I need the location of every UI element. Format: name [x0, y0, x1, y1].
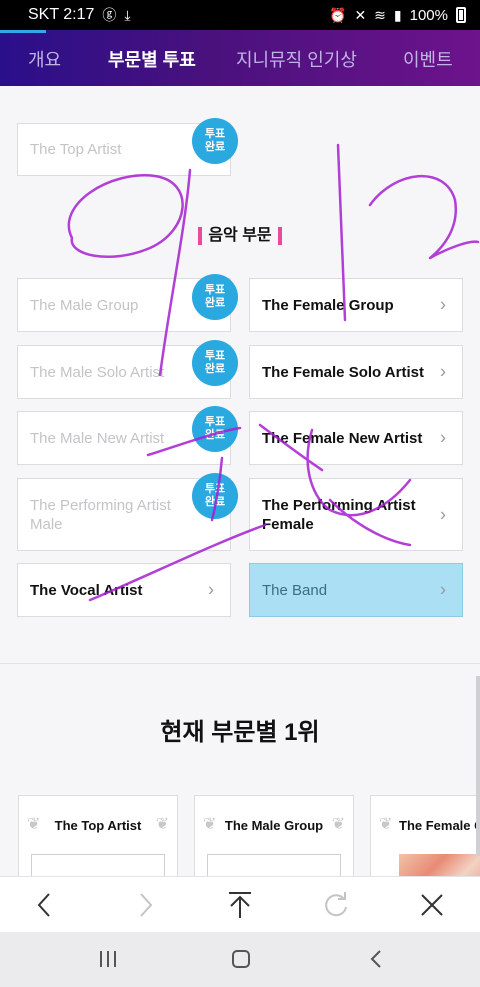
tab-event[interactable]: 이벤트: [403, 46, 453, 72]
battery-percent: 100%: [409, 6, 448, 24]
section-bar-right: [277, 226, 282, 245]
home-icon[interactable]: [221, 944, 261, 974]
rank-card-label: The Top Artist: [54, 818, 142, 833]
alarm-icon: ⏰: [329, 6, 347, 23]
vote-done-badge: 투표 완료: [192, 340, 238, 386]
card-label: The Vocal Artist: [30, 581, 143, 599]
card-female-group[interactable]: The Female Group ›: [249, 278, 463, 332]
card-label: The Male Group: [30, 296, 139, 314]
card-label: The Male New Artist: [30, 429, 165, 447]
rank-card-label: The Male Group: [224, 818, 324, 833]
back-icon[interactable]: [356, 944, 396, 974]
battery-icon: [456, 7, 466, 23]
vote-content: The Top Artist 투표 완료 음악 부문 The Male Group…: [0, 86, 480, 876]
section-title-music: 음악 부문: [0, 221, 480, 245]
card-label: The Male Solo Artist: [30, 363, 165, 381]
wifi-icon: ≋: [374, 6, 386, 23]
rank-card-label: The Female Group: [399, 818, 480, 833]
laurel-right-icon: ❦: [331, 816, 345, 833]
card-label: The Performing Artist Male: [30, 496, 171, 533]
tab-bar: 개요 부문별 투표 지니뮤직 인기상 이벤트: [0, 30, 480, 86]
section-bar-left: [198, 226, 203, 245]
rank-card-male-group[interactable]: ❦ The Male Group ❦: [194, 795, 354, 876]
card-band[interactable]: The Band ›: [249, 563, 463, 617]
scrollbar[interactable]: [476, 676, 480, 856]
close-icon[interactable]: [412, 887, 452, 923]
card-performing-artist-female[interactable]: The Performing Artist Female ›: [249, 478, 463, 551]
card-female-solo-artist[interactable]: The Female Solo Artist ›: [249, 345, 463, 399]
vote-done-badge: 투표 완료: [192, 118, 238, 164]
rank-card-image: [399, 854, 480, 876]
chevron-left-icon[interactable]: [24, 887, 64, 923]
chevron-right-icon: ›: [208, 579, 214, 600]
chevron-right-icon: ›: [440, 579, 446, 600]
section-title-text: 음악 부문: [208, 227, 272, 244]
carrier-time: SKT 2:17: [28, 6, 95, 23]
g-app-icon: ⓖ: [102, 7, 117, 23]
laurel-right-icon: ❦: [155, 816, 169, 833]
card-label: The Top Artist: [30, 141, 122, 158]
vote-done-badge: 투표 완료: [192, 274, 238, 320]
chevron-right-icon: ›: [440, 361, 446, 382]
section-divider: [0, 663, 480, 664]
rank-card-female-group[interactable]: ❦ The Female Group: [370, 795, 480, 876]
tab-progress-indicator: [0, 30, 46, 33]
chevron-right-icon: ›: [440, 504, 446, 524]
arrow-up-icon[interactable]: [220, 887, 260, 923]
current-first-title: 현재 부문별 1위: [160, 719, 320, 746]
card-label: The Band: [262, 581, 328, 599]
tab-genie-popularity[interactable]: 지니뮤직 인기상: [236, 46, 357, 72]
vote-done-badge: 투표 완료: [192, 406, 238, 452]
signal-icon: ▮: [393, 6, 402, 23]
card-label: The Female Solo Artist: [262, 363, 424, 381]
card-label: The Performing Artist Female: [262, 496, 416, 533]
vote-done-badge: 투표 완료: [192, 473, 238, 519]
status-bar: SKT 2:17 ⓖ ⤓ ⏰ ✕ ≋ ▮ 100%: [0, 0, 480, 30]
card-female-new-artist[interactable]: The Female New Artist ›: [249, 411, 463, 465]
browser-toolbar: [0, 876, 480, 932]
download-icon: ⤓: [124, 6, 131, 23]
chevron-right-icon: ›: [440, 427, 446, 448]
recent-apps-icon[interactable]: [88, 944, 128, 974]
card-vocal-artist[interactable]: The Vocal Artist ›: [17, 563, 231, 617]
chevron-right-icon[interactable]: [126, 887, 166, 923]
card-label: The Female Group: [262, 296, 394, 314]
chevron-right-icon: ›: [440, 294, 446, 315]
tab-overview[interactable]: 개요: [28, 46, 61, 72]
rank-card-image: [31, 854, 165, 876]
system-nav-bar: [0, 932, 480, 987]
tab-category-vote[interactable]: 부문별 투표: [108, 46, 196, 72]
refresh-icon[interactable]: [316, 887, 356, 923]
card-label: The Female New Artist: [262, 429, 423, 447]
mute-icon: ✕: [354, 6, 367, 23]
rank-card-image: [207, 854, 341, 876]
laurel-left-icon: ❦: [379, 816, 393, 833]
rank-card-top-artist[interactable]: ❦ The Top Artist ❦: [18, 795, 178, 876]
